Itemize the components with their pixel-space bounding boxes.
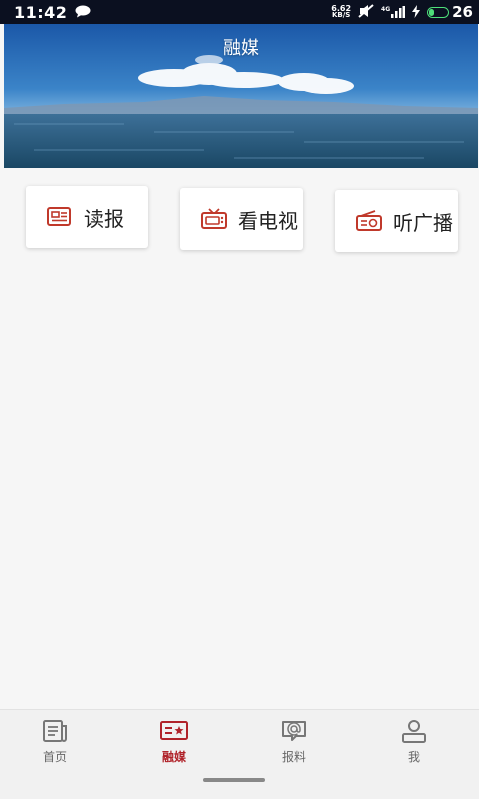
home-indicator[interactable]: [203, 778, 265, 782]
watch-tv-label: 看电视: [238, 208, 298, 233]
watch-tv-button[interactable]: 看电视: [180, 188, 303, 250]
status-left: 11:42: [14, 3, 91, 22]
nav-item-home[interactable]: 首页: [15, 710, 95, 765]
nav-item-media[interactable]: 融媒: [134, 710, 214, 765]
mute-icon: [358, 3, 374, 22]
signal-icon: 4G: [381, 6, 406, 18]
status-time: 11:42: [14, 2, 68, 22]
nav-label-home: 首页: [42, 750, 67, 764]
nav-item-me[interactable]: 我: [374, 710, 454, 765]
tv-icon: [200, 207, 228, 231]
nav-label-me: 我: [407, 750, 420, 764]
bottom-nav: 首页 融媒 报料 我: [0, 709, 479, 799]
page-title: 融媒: [223, 38, 259, 59]
battery-indicator: 26: [427, 3, 473, 21]
net-speed-unit: KB/S: [331, 11, 351, 19]
battery-icon: [427, 6, 450, 18]
net-speed: 6.62 KB/S: [331, 5, 351, 19]
read-newspaper-button[interactable]: 读报: [26, 186, 148, 248]
user-icon: [400, 718, 428, 744]
status-right: 6.62 KB/S 4G 26: [331, 3, 473, 22]
radio-icon: [355, 209, 383, 233]
newspaper-icon: [46, 205, 74, 229]
media-star-icon: [160, 718, 188, 744]
listen-radio-label: 听广播: [393, 210, 453, 235]
news-icon: [41, 718, 69, 744]
charging-icon: [412, 3, 421, 22]
listen-radio-button[interactable]: 听广播: [335, 190, 458, 252]
chat-bubble-icon: [75, 3, 91, 22]
nav-label-media: 融媒: [161, 750, 186, 764]
network-type: 4G: [381, 6, 391, 13]
status-bar: 11:42 6.62 KB/S 4G 26: [0, 0, 479, 24]
battery-level: 26: [452, 3, 473, 21]
read-newspaper-label: 读报: [84, 206, 124, 231]
report-chat-icon: [280, 718, 308, 744]
nav-label-report: 报料: [281, 750, 306, 764]
hero-banner: 融媒: [4, 24, 478, 168]
nav-item-report[interactable]: 报料: [254, 710, 334, 765]
